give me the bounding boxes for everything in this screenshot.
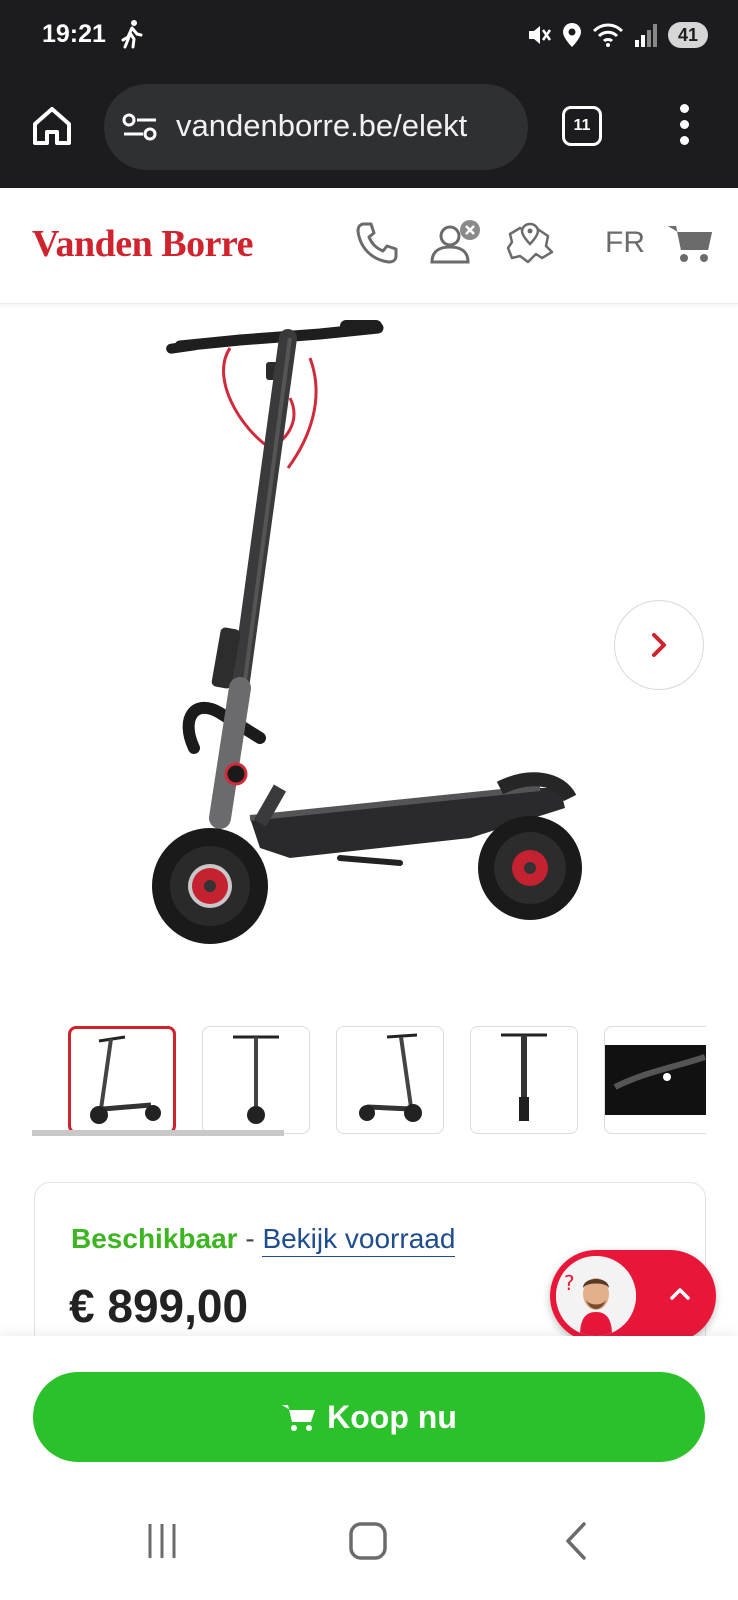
address-bar[interactable]: vandenborre.be/elekt bbox=[104, 84, 528, 170]
walking-icon bbox=[121, 20, 143, 49]
stock-line: Beschikbaar - Bekijk voorraad bbox=[71, 1223, 456, 1257]
product-image[interactable] bbox=[140, 318, 600, 978]
battery-indicator: 41 bbox=[667, 22, 708, 48]
thumbnail-1[interactable] bbox=[68, 1026, 176, 1134]
thumbnail-3[interactable] bbox=[336, 1026, 444, 1134]
screen: 19:21 41 vandenborre.be/elekt 11 Vanden … bbox=[0, 0, 738, 1600]
chevron-right-icon bbox=[652, 633, 666, 657]
site-header: Vanden Borre FR bbox=[0, 188, 738, 304]
status-bar: 19:21 41 bbox=[0, 0, 738, 70]
language-switch-link[interactable]: FR bbox=[605, 226, 645, 260]
site-logo[interactable]: Vanden Borre bbox=[32, 222, 253, 266]
thumbnail-4[interactable] bbox=[470, 1026, 578, 1134]
chat-assistant-bubble[interactable]: ? bbox=[550, 1250, 716, 1342]
url-text: vandenborre.be/elekt bbox=[176, 108, 468, 143]
home-nav-icon[interactable] bbox=[338, 1516, 398, 1566]
stock-separator: - bbox=[237, 1223, 263, 1254]
tab-switcher-button[interactable]: 11 bbox=[562, 106, 602, 146]
browser-menu-icon[interactable] bbox=[670, 100, 700, 150]
thumbnail-image bbox=[605, 1045, 706, 1115]
status-time: 19:21 bbox=[42, 20, 106, 48]
thumbnail-5[interactable] bbox=[604, 1026, 706, 1134]
svg-text:?: ? bbox=[564, 1271, 575, 1295]
thumbnail-image bbox=[90, 1035, 161, 1124]
thumbnail-image bbox=[501, 1033, 547, 1121]
chevron-up-icon[interactable] bbox=[660, 1274, 700, 1314]
store-locator-icon[interactable] bbox=[502, 218, 558, 268]
browser-toolbar: vandenborre.be/elekt 11 bbox=[0, 70, 738, 188]
next-image-button[interactable] bbox=[614, 600, 704, 690]
buy-now-label: Koop nu bbox=[327, 1398, 457, 1435]
account-logged-out-icon[interactable] bbox=[428, 218, 486, 268]
home-icon[interactable] bbox=[30, 104, 74, 148]
back-nav-icon[interactable] bbox=[546, 1516, 606, 1566]
thumbnail-strip[interactable] bbox=[68, 1026, 706, 1136]
status-icons: 41 bbox=[526, 20, 708, 50]
thumbnail-image bbox=[359, 1033, 422, 1122]
cart-icon[interactable] bbox=[666, 218, 716, 268]
thumbnail-scroll-indicator bbox=[32, 1130, 284, 1136]
site-settings-icon[interactable] bbox=[122, 112, 158, 142]
view-stock-link[interactable]: Bekijk voorraad bbox=[262, 1223, 456, 1257]
phone-icon[interactable] bbox=[352, 218, 402, 268]
mute-icon bbox=[528, 26, 551, 44]
wifi-icon bbox=[592, 23, 624, 47]
chat-agent-avatar: ? bbox=[556, 1256, 636, 1336]
thumbnail-image bbox=[233, 1035, 279, 1124]
stock-status: Beschikbaar bbox=[71, 1223, 238, 1254]
location-icon bbox=[562, 23, 581, 47]
system-navigation-bar bbox=[0, 1480, 738, 1600]
recent-apps-icon[interactable] bbox=[132, 1516, 192, 1566]
cart-icon bbox=[282, 1405, 316, 1431]
buy-now-button[interactable]: Koop nu bbox=[33, 1372, 705, 1462]
agent-avatar-image: ? bbox=[556, 1256, 636, 1336]
signal-icon bbox=[634, 24, 657, 47]
product-price: € 899,00 bbox=[69, 1280, 249, 1332]
buy-bar: Koop nu bbox=[0, 1336, 738, 1480]
thumbnail-2[interactable] bbox=[202, 1026, 310, 1134]
